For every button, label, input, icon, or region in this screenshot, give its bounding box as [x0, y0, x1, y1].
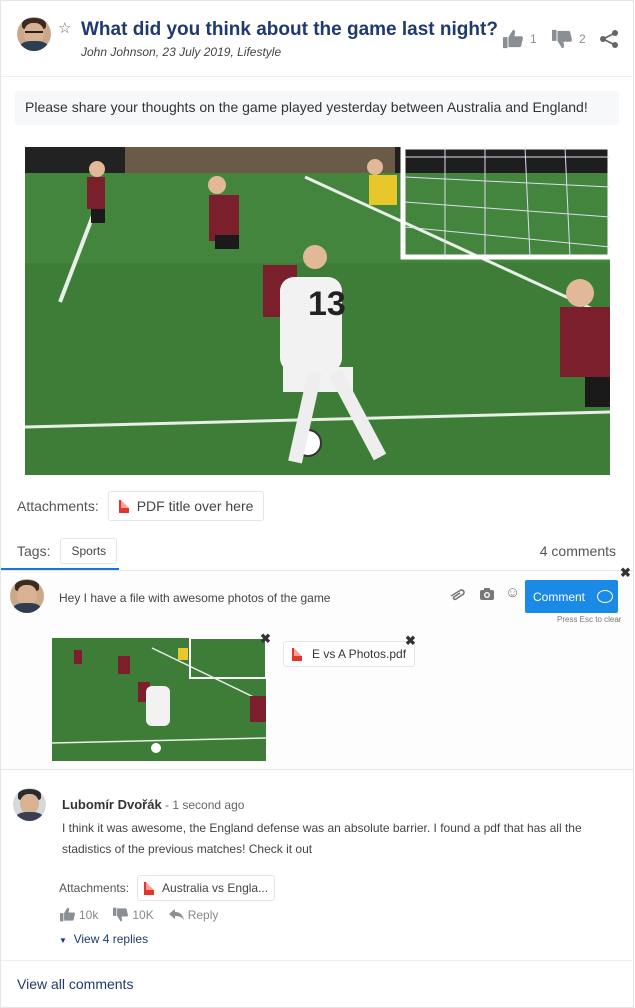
uploaded-image-thumbnail[interactable] [52, 638, 266, 761]
post-tags: Tags: Sports [17, 538, 118, 564]
comment-button-label: Comment [533, 589, 586, 604]
post-image[interactable]: 13 [25, 147, 610, 475]
speech-bubble-icon [597, 590, 614, 603]
dislike-count: 2 [579, 32, 586, 46]
pdf-icon [118, 499, 129, 513]
comment-dislike-button[interactable]: 10K [112, 907, 154, 922]
comment-actions: 10k 10K Reply [59, 907, 218, 922]
comment-text: I think it was awesome, the England defe… [62, 821, 582, 856]
attachments-label: Attachments: [17, 498, 99, 514]
share-icon[interactable] [599, 29, 619, 49]
uploaded-file-chip[interactable]: E vs A Photos.pdf [283, 641, 416, 667]
clear-hint: Press Esc to clear [557, 615, 622, 624]
smiley-icon[interactable]: ☺ [505, 584, 520, 601]
comment-time: - 1 second ago [161, 798, 245, 812]
remove-image-icon[interactable]: ✖ [260, 631, 271, 647]
post-body: Please share your thoughts on the game p… [15, 91, 619, 125]
tags-label: Tags: [17, 543, 51, 559]
reply-label: Reply [187, 907, 219, 922]
post-card: ☆ What did you think about the game last… [0, 0, 634, 1008]
svg-text:13: 13 [308, 285, 346, 323]
post-attachments: Attachments: PDF title over here [17, 491, 265, 521]
reply-icon [168, 909, 184, 920]
caret-down-icon: ▼ [59, 936, 67, 945]
close-icon[interactable]: ✖ [620, 565, 631, 581]
comment-input[interactable]: Hey I have a file with awesome photos of… [59, 591, 330, 605]
pdf-attachment-title: PDF title over here [136, 498, 254, 514]
paperclip-icon[interactable] [447, 588, 467, 602]
commenter-name[interactable]: Lubomír Dvořák - 1 second ago [62, 797, 244, 812]
pdf-icon [144, 881, 155, 895]
post-meta: John Johnson, 23 July 2019, Lifestyle [81, 45, 282, 59]
pdf-attachment[interactable]: PDF title over here [107, 491, 265, 521]
remove-file-icon[interactable]: ✖ [405, 633, 416, 649]
comment-dislike-count: 10K [132, 907, 154, 922]
thumbs-down-icon [113, 907, 129, 922]
post-title[interactable]: What did you think about the game last n… [81, 19, 498, 41]
comment-like-button[interactable]: 10k [59, 907, 98, 922]
star-icon[interactable]: ☆ [58, 19, 71, 37]
thumbs-up-icon [60, 907, 75, 922]
like-button[interactable]: 1 [502, 29, 537, 49]
soccer-photo: 13 [25, 147, 610, 475]
thumbs-up-icon [503, 29, 523, 49]
commenter-author[interactable]: Lubomír Dvořák [62, 797, 162, 812]
author-avatar[interactable] [17, 17, 51, 51]
view-replies-link[interactable]: ▼ View 4 replies [59, 932, 148, 946]
comment-attachments-label: Attachments: [59, 881, 130, 895]
pdf-icon [292, 647, 302, 661]
composer-avatar [10, 579, 44, 613]
reply-button[interactable]: Reply [168, 907, 219, 922]
soccer-photo-thumb [52, 638, 266, 761]
comment-button[interactable]: Comment [525, 580, 618, 613]
comment-attachment-title: Australia vs Engla... [162, 881, 269, 895]
camera-icon[interactable] [479, 587, 495, 601]
uploaded-file-name: E vs A Photos.pdf [312, 647, 407, 661]
view-all-comments-link[interactable]: View all comments [17, 976, 133, 992]
view-replies-label: View 4 replies [73, 932, 149, 946]
tag-sports[interactable]: Sports [60, 538, 118, 564]
commenter-avatar[interactable] [13, 788, 46, 821]
like-count: 1 [530, 32, 537, 46]
comment-pdf-attachment[interactable]: Australia vs Engla... [137, 875, 276, 901]
comment-attachments: Attachments: Australia vs Engla... [59, 875, 276, 901]
dislike-button[interactable]: 2 [551, 29, 586, 49]
comment-like-count: 10k [79, 907, 99, 922]
thumbs-down-icon [552, 29, 572, 49]
comment-count[interactable]: 4 comments [540, 543, 616, 559]
